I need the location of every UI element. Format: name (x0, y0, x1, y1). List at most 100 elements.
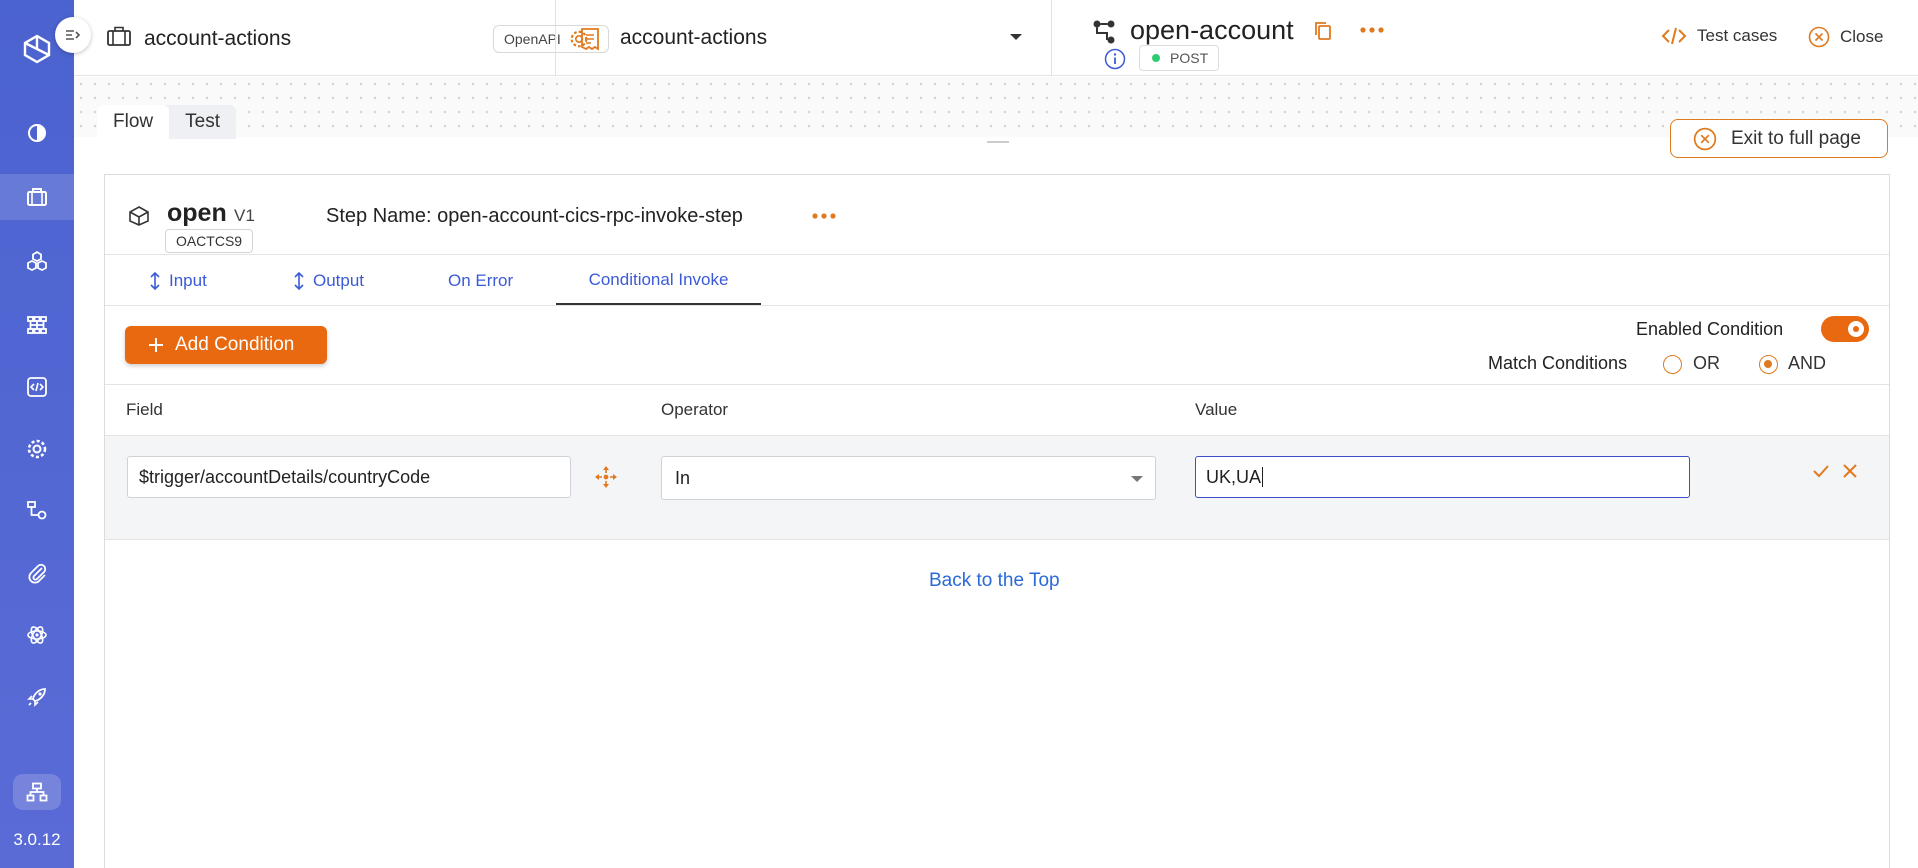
column-value: Value (1195, 400, 1238, 419)
field-value: $trigger/accountDetails/countryCode (139, 466, 431, 487)
app-version: 3.0.12 (13, 830, 61, 849)
sidebar-item-code[interactable] (0, 364, 74, 410)
api-group-title[interactable]: account-actions (620, 26, 767, 50)
step-tabs: Input Output On Error Conditional Invoke (105, 256, 1889, 306)
tab-on-error[interactable]: On Error (448, 256, 513, 305)
rocket-icon (27, 688, 46, 707)
sidebar: 3.0.12 (0, 0, 74, 868)
tab-input-label: Input (169, 270, 207, 290)
briefcase-icon (27, 188, 47, 206)
step-name: open (167, 199, 227, 227)
tab-output[interactable]: Output (293, 256, 364, 305)
field-picker-icon[interactable] (593, 464, 619, 490)
exit-full-page-button[interactable]: Exit to full page (1670, 119, 1888, 158)
updown-arrow-icon (150, 271, 160, 290)
sidebar-item-components[interactable] (0, 238, 74, 284)
tab-conditional-invoke-label: Conditional Invoke (588, 269, 729, 289)
chevron-down-icon (1131, 476, 1143, 482)
paperclip-icon (28, 563, 47, 584)
enabled-condition-toggle[interactable] (1821, 316, 1869, 342)
plus-icon (149, 338, 163, 352)
status-dot (1152, 54, 1160, 62)
workflow-icon (27, 316, 47, 334)
canvas-tabs: Flow Test (97, 105, 236, 139)
api-group-dropdown-icon[interactable] (1010, 34, 1022, 40)
step-code-badge: OACTCS9 (165, 229, 253, 253)
sidebar-item-integrations[interactable] (0, 612, 74, 658)
cube-icon (127, 205, 151, 227)
tab-test[interactable]: Test (169, 105, 236, 139)
confirm-check-icon[interactable] (1812, 463, 1830, 479)
sidebar-item-settings[interactable] (0, 426, 74, 472)
sidebar-item-projects[interactable] (0, 174, 74, 220)
match-conditions-label: Match Conditions (1488, 353, 1628, 373)
field-input[interactable]: $trigger/accountDetails/countryCode (127, 456, 571, 498)
exit-full-page-label: Exit to full page (1731, 127, 1861, 149)
test-cases-label: Test cases (1697, 26, 1778, 45)
step-panel: open V1 OACTCS9 Step Name: open-account-… (104, 174, 1890, 868)
http-method: POST (1170, 50, 1209, 66)
conditions-table: Field Operator Value $trigger/accountDet… (105, 384, 1889, 540)
atom-icon (27, 626, 47, 644)
sidebar-item-workflows[interactable] (0, 302, 74, 348)
radio-and[interactable] (1759, 355, 1778, 374)
flow-canvas (74, 77, 1918, 137)
column-field: Field (126, 400, 163, 419)
api-flow-icon (1092, 19, 1116, 45)
cancel-x-icon[interactable] (1842, 463, 1858, 479)
copy-icon[interactable] (1314, 21, 1332, 41)
value-text: UK,UA (1206, 466, 1262, 487)
add-condition-label: Add Condition (175, 334, 295, 355)
tab-on-error-label: On Error (448, 270, 514, 290)
resize-handle[interactable] (987, 141, 1009, 143)
enabled-condition-label: Enabled Condition (1636, 319, 1784, 339)
tab-input[interactable]: Input (149, 256, 207, 305)
column-operator: Operator (661, 400, 729, 419)
more-options-icon[interactable] (812, 213, 836, 219)
step-header: open V1 OACTCS9 Step Name: open-account-… (105, 175, 1889, 255)
radio-and-label: AND (1788, 353, 1827, 373)
collapse-icon (66, 30, 81, 40)
close-circle-icon (1693, 127, 1717, 150)
value-input[interactable]: UK,UA (1195, 456, 1690, 498)
sidebar-item-attachments[interactable] (0, 550, 74, 596)
close-circle-icon (1808, 26, 1830, 48)
top-header: account-actions OpenAPI account-actions … (74, 0, 1918, 76)
operator-select[interactable]: In (661, 456, 1156, 500)
radio-or-label: OR (1693, 353, 1720, 373)
api-title: open-account (1130, 15, 1294, 45)
cubes-icon (27, 250, 47, 272)
flow-icon (27, 501, 47, 520)
step-label: Step Name: open-account-cics-rpc-invoke-… (326, 205, 743, 227)
tab-flow[interactable]: Flow (97, 105, 170, 139)
radio-or[interactable] (1663, 355, 1682, 374)
code-icon (27, 377, 47, 397)
sidebar-item-architecture[interactable] (13, 774, 61, 810)
add-condition-button[interactable]: Add Condition (125, 326, 327, 364)
back-to-top-link[interactable]: Back to the Top (929, 570, 1060, 592)
gear-icon (27, 439, 47, 459)
code-brackets-icon (1661, 27, 1687, 45)
sidebar-item-deploy[interactable] (0, 674, 74, 720)
receipt-icon (580, 27, 600, 51)
step-version: V1 (234, 206, 255, 225)
sitemap-icon (26, 782, 48, 802)
updown-arrow-icon (294, 271, 304, 290)
sidebar-item-dashboard[interactable] (0, 110, 74, 156)
close-button[interactable]: Close (1808, 26, 1883, 48)
project-title[interactable]: account-actions (144, 27, 291, 51)
test-cases-button[interactable]: Test cases (1661, 26, 1777, 46)
app-logo-icon[interactable] (22, 34, 52, 64)
collapse-sidebar-button[interactable] (55, 17, 91, 53)
operator-value: In (675, 467, 691, 488)
sidebar-item-flows[interactable] (0, 488, 74, 534)
tab-conditional-invoke[interactable]: Conditional Invoke (556, 256, 761, 305)
info-icon[interactable] (1104, 48, 1126, 70)
http-method-badge: POST (1139, 45, 1219, 71)
tab-output-label: Output (313, 270, 365, 290)
more-options-icon[interactable] (1360, 27, 1384, 33)
close-label: Close (1840, 27, 1884, 46)
openapi-label: OpenAPI (504, 31, 561, 47)
table-row: $trigger/accountDetails/countryCode In U… (105, 436, 1889, 540)
table-header: Field Operator Value (105, 385, 1889, 436)
